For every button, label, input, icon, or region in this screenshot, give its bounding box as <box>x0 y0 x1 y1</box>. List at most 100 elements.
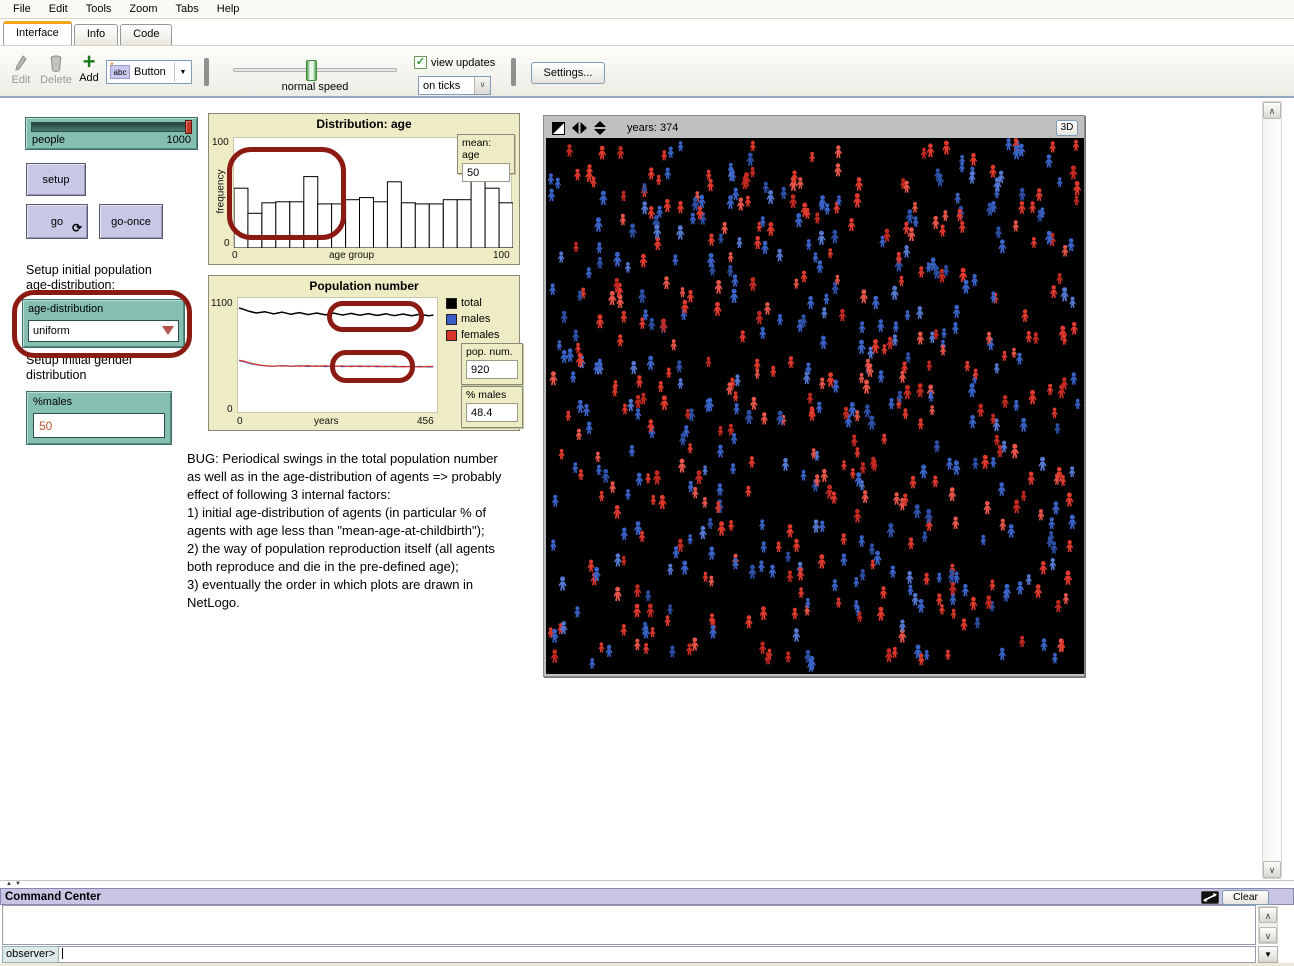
legend-item-total: total <box>446 297 482 309</box>
pop-num-value: 920 <box>466 360 518 379</box>
age-distribution-chooser[interactable]: age-distribution uniform <box>22 299 185 348</box>
chooser-value: uniform <box>33 325 70 337</box>
view-header: years: 374 3D <box>546 118 1082 138</box>
delete-button-label: Delete <box>40 74 72 86</box>
pct-males-monitor: % males 48.4 <box>461 386 523 428</box>
y-tick-min: 0 <box>224 238 230 249</box>
tab-interface[interactable]: Interface <box>3 21 72 45</box>
menu-zoom[interactable]: Zoom <box>120 1 166 17</box>
speed-slider-label: normal speed <box>233 81 397 93</box>
command-history-dropdown[interactable]: ▼ <box>1258 946 1278 963</box>
add-widget-button[interactable]: + Add <box>76 52 102 84</box>
population-plot: Population number 1100 0 0 years 456 tot… <box>208 275 520 431</box>
trash-icon <box>38 54 74 74</box>
update-mode-dropdown[interactable]: on ticks ∨ <box>418 76 491 95</box>
y-tick-min: 0 <box>227 404 233 415</box>
legend-swatch-males <box>446 314 457 325</box>
mean-age-label: mean: age <box>462 137 491 161</box>
edit-button-label: Edit <box>12 74 31 86</box>
x-tick-max: 100 <box>493 250 510 261</box>
menu-file[interactable]: File <box>4 1 40 17</box>
vertical-resize-icon[interactable] <box>594 121 606 135</box>
pct-males-value: 48.4 <box>466 403 518 422</box>
output-scrollbar[interactable]: ∧ ∨ <box>1258 906 1278 944</box>
forever-icon: ⟳ <box>72 221 82 235</box>
tab-info[interactable]: Info <box>74 24 118 45</box>
menu-bar: File Edit Tools Zoom Tabs Help <box>0 0 1294 19</box>
x-tick-min: 0 <box>237 416 243 427</box>
percent-males-input[interactable]: %males 50 <box>26 391 172 445</box>
age-distribution-plot: Distribution: age 100 0 frequency 0 age … <box>208 113 520 265</box>
command-center-title: Command Center <box>1 891 101 903</box>
scroll-up-icon[interactable]: ∧ <box>1259 907 1277 923</box>
y-axis-label: frequency <box>216 162 227 222</box>
tab-code[interactable]: Code <box>120 24 172 45</box>
view-updates-label: view updates <box>431 57 495 69</box>
people-slider-value: 1000 <box>167 134 191 146</box>
chevron-down-icon: ∨ <box>474 77 490 94</box>
legend-item-males: males <box>446 313 490 325</box>
legend-swatch-total <box>446 298 457 309</box>
bug-note: BUG: Periodical swings in the total popu… <box>187 450 539 612</box>
horizontal-resize-icon[interactable] <box>572 122 587 134</box>
go-once-button[interactable]: go-once <box>99 204 163 239</box>
edit-button[interactable]: Edit <box>6 54 36 86</box>
world-canvas[interactable] <box>546 138 1084 674</box>
checkbox-checked-icon[interactable]: ✓ <box>414 56 427 69</box>
speed-slider-track[interactable] <box>233 68 397 72</box>
scroll-up-icon[interactable]: ∧ <box>1263 102 1281 119</box>
x-tick-max: 456 <box>417 416 434 427</box>
setup-button[interactable]: setup <box>26 163 86 196</box>
people-slider-handle[interactable] <box>185 120 192 134</box>
y-tick-max: 100 <box>212 137 229 148</box>
3d-view-button[interactable]: 3D <box>1056 120 1078 136</box>
interface-canvas: people 1000 setup go ⟳ go-once Setup ini… <box>0 100 1262 880</box>
mean-age-value: 50 <box>462 163 510 182</box>
y-tick-max: 1100 <box>211 298 233 309</box>
view-updates-toggle[interactable]: ✓ view updates <box>414 56 495 69</box>
widget-type-dropdown[interactable]: * abc Button ▼ <box>106 60 192 84</box>
menu-tabs[interactable]: Tabs <box>167 1 208 17</box>
chooser-select[interactable]: uniform <box>28 320 179 342</box>
command-line: observer> <box>2 946 1256 963</box>
plot-canvas <box>237 297 438 413</box>
note-gender-distribution: Setup initial gender distribution <box>26 353 133 383</box>
people-slider[interactable]: people 1000 <box>25 117 198 150</box>
note-age-distribution: Setup initial population age-distributio… <box>26 263 152 293</box>
menu-tools[interactable]: Tools <box>77 1 121 17</box>
chooser-label: age-distribution <box>28 303 103 315</box>
splitter-arrows-icon[interactable]: ▲▼ <box>6 881 24 887</box>
command-output[interactable] <box>2 905 1256 945</box>
dropdown-triangle-icon <box>162 326 174 335</box>
resize-corner-icon[interactable] <box>552 122 565 135</box>
plot-title: Population number <box>209 276 519 293</box>
percent-males-field[interactable]: 50 <box>33 413 165 438</box>
clear-button[interactable]: Clear <box>1222 890 1269 905</box>
toolbar-separator <box>204 58 209 86</box>
legend-item-females: females <box>446 329 500 341</box>
menu-edit[interactable]: Edit <box>40 1 77 17</box>
speed-slider-handle[interactable] <box>306 60 317 81</box>
delete-button[interactable]: Delete <box>38 54 74 86</box>
legend-swatch-females <box>446 330 457 341</box>
main-scrollbar[interactable]: ∧ ∨ <box>1262 101 1282 879</box>
pop-num-monitor: pop. num. 920 <box>461 343 523 385</box>
toolbar: Edit Delete + Add * abc Button ▼ normal <box>0 45 1294 98</box>
scroll-down-icon[interactable]: ∨ <box>1263 861 1281 878</box>
plot-title: Distribution: age <box>209 114 519 131</box>
command-center-splitter[interactable]: ▲▼ <box>0 880 1294 888</box>
popout-icon[interactable] <box>1201 891 1219 904</box>
toolbar-separator <box>511 58 516 86</box>
settings-button[interactable]: Settings... <box>531 62 605 84</box>
pop-num-label: pop. num. <box>466 346 513 358</box>
command-input[interactable] <box>59 946 1256 963</box>
add-button-label: Add <box>79 72 99 84</box>
menu-help[interactable]: Help <box>208 1 249 17</box>
scroll-down-icon[interactable]: ∨ <box>1259 927 1277 943</box>
world-view: years: 374 3D <box>543 115 1085 677</box>
go-button[interactable]: go ⟳ <box>26 204 88 239</box>
mean-age-monitor: mean: age 50 <box>457 134 515 174</box>
ticks-counter: years: 374 <box>627 122 678 134</box>
people-slider-track[interactable] <box>31 122 192 132</box>
widget-type-value: Button <box>134 66 166 78</box>
